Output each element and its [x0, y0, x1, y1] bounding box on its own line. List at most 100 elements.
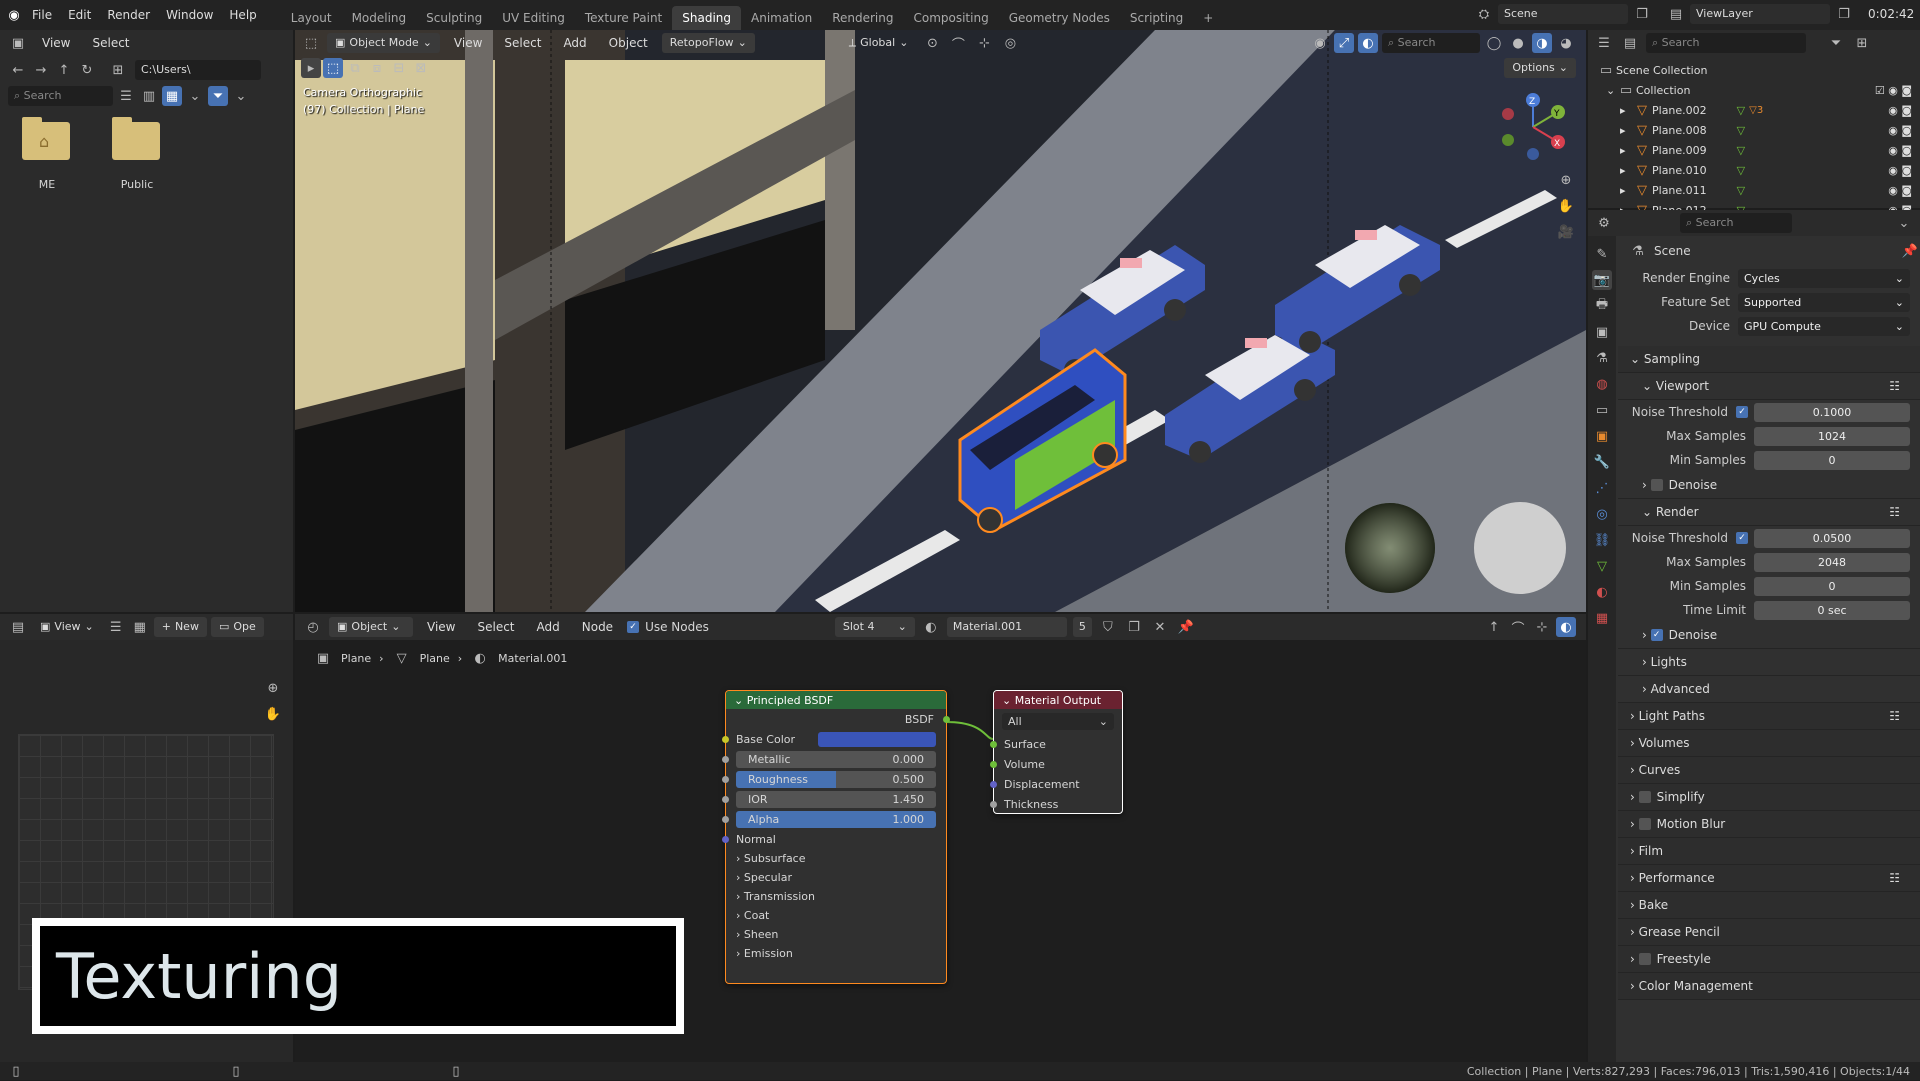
outliner-item[interactable]: ▸ ▽ Plane.009 ▽ ◉ ◙ [1596, 140, 1912, 160]
visibility-controls[interactable]: ◉ ◙ [1888, 104, 1912, 117]
camera-view-icon[interactable]: 🎥 [1556, 222, 1576, 242]
retopoflow-menu[interactable]: RetopoFlow ⌄ [661, 33, 755, 53]
tab-compositing[interactable]: Compositing [903, 6, 998, 30]
view-layer-selector[interactable]: ViewLayer [1690, 4, 1830, 24]
refresh-icon[interactable]: ↻ [77, 60, 97, 80]
world-tab-icon[interactable]: ◍ [1592, 374, 1612, 394]
node-header[interactable]: ⌄ Material Output [994, 691, 1122, 709]
output-target-dropdown[interactable]: All ⌄ [1002, 713, 1114, 730]
visibility-controls[interactable]: ◉ ◙ [1888, 124, 1912, 137]
breadcrumb-mesh[interactable]: Plane [420, 652, 450, 665]
file-search-input[interactable]: ⌕ Search [8, 86, 113, 106]
menu-window[interactable]: Window [158, 0, 221, 30]
bsdf-panel-toggle[interactable]: › Transmission [726, 887, 946, 906]
snap-icon[interactable]: ⌒ [1508, 617, 1528, 637]
tab-geometry-nodes[interactable]: Geometry Nodes [999, 6, 1120, 30]
pan-hand-icon[interactable]: ✋ [1556, 196, 1576, 216]
filter-dropdown-icon[interactable]: ⌄ [231, 86, 251, 106]
render-noise-field[interactable]: 0.0500 [1754, 528, 1910, 548]
bsdf-panel-toggle[interactable]: › Emission [726, 944, 946, 963]
scene-tab-icon[interactable]: ⚗ [1592, 348, 1612, 368]
bsdf-slider[interactable]: Roughness 0.500 [736, 770, 936, 788]
viewport-noise-field[interactable]: 0.1000 [1754, 402, 1910, 422]
subsection-viewport[interactable]: ⌄ Viewport ☷ [1618, 373, 1920, 400]
slot-selector[interactable]: Slot 4 ⌄ [834, 617, 915, 637]
vp-menu-add[interactable]: Add [555, 30, 594, 56]
device-dropdown[interactable]: GPU Compute ⌄ [1738, 316, 1910, 336]
tab-sculpting[interactable]: Sculpting [416, 6, 492, 30]
presets-icon[interactable]: ☷ [1889, 505, 1900, 519]
editor-type-icon[interactable]: ▣ [8, 33, 28, 53]
outliner-item[interactable]: ▸ ▽ Plane.002 ▽ ▽3 ◉ ◙ [1596, 100, 1912, 120]
expand-arrow-icon[interactable]: ▸ [1620, 164, 1632, 177]
material-tab-icon[interactable]: ◐ [1592, 582, 1612, 602]
snap-target-icon[interactable]: ⊹ [974, 33, 994, 53]
new-view-layer-icon[interactable]: ❐ [1834, 4, 1854, 24]
scene-selector[interactable]: Scene [1498, 4, 1628, 24]
overlay-icon[interactable]: ◐ [1556, 617, 1576, 637]
node-header[interactable]: ⌄ Principled BSDF [726, 691, 946, 709]
section-performance[interactable]: › Performance ☷ [1618, 865, 1920, 892]
use-nodes-toggle[interactable]: ✓ Use Nodes [627, 620, 709, 634]
section-film[interactable]: › Film [1618, 838, 1920, 865]
blender-logo-icon[interactable]: ◉ [4, 5, 24, 25]
folder-me[interactable]: ⌂ ME [22, 117, 72, 191]
navigation-gizmo[interactable]: Z Y X [1498, 92, 1568, 162]
visibility-controls[interactable]: ◉ ◙ [1888, 164, 1912, 177]
section-curves[interactable]: › Curves [1618, 757, 1920, 784]
vp-menu-object[interactable]: Object [601, 30, 656, 56]
expand-arrow-icon[interactable]: ▸ [1620, 104, 1632, 117]
viewport-search[interactable]: ⌕ Search [1382, 33, 1480, 53]
subsection-viewport-denoise[interactable]: › Denoise [1618, 472, 1920, 499]
folder-public[interactable]: Public [112, 117, 162, 191]
editor-type-icon[interactable]: ⚙ [1594, 213, 1614, 233]
view-layer-tab-icon[interactable]: ▣ [1592, 322, 1612, 342]
ne-menu-view[interactable]: View [419, 614, 463, 640]
gizmo-icon[interactable]: ⤢ [1334, 33, 1354, 53]
material-output-node[interactable]: ⌄ Material Output All ⌄ Surface Volume Di… [990, 690, 1123, 814]
hamburger-icon[interactable]: ☰ [106, 617, 126, 637]
duplicate-material-icon[interactable]: ❐ [1124, 617, 1144, 637]
tab-texture-paint[interactable]: Texture Paint [575, 6, 672, 30]
section-light-paths[interactable]: › Light Paths ☷ [1618, 703, 1920, 730]
expand-arrow-icon[interactable]: ▸ [1620, 184, 1632, 197]
input-socket[interactable] [722, 795, 729, 803]
vp-menu-view[interactable]: View [446, 30, 490, 56]
forward-icon[interactable]: → [31, 60, 51, 80]
select-intersect-icon[interactable]: ⊠ [411, 58, 431, 78]
new-scene-icon[interactable]: ❐ [1632, 4, 1652, 24]
output-tab-icon[interactable]: 🖶 [1592, 296, 1612, 316]
viewport-max-field[interactable]: 1024 [1754, 426, 1910, 446]
base-color-swatch[interactable] [818, 731, 936, 747]
bsdf-slider[interactable]: Metallic 0.000 [736, 750, 936, 768]
render-max-field[interactable]: 2048 [1754, 552, 1910, 572]
subsection-lights[interactable]: › Lights [1618, 649, 1920, 676]
sort-dropdown-icon[interactable]: ⌄ [185, 86, 205, 106]
base-color-socket[interactable] [722, 735, 729, 743]
bsdf-field-row[interactable]: Metallic 0.000 [722, 749, 946, 769]
checkbox-icon[interactable] [1638, 953, 1651, 965]
shader-type-selector[interactable]: ▣ Object ⌄ [329, 617, 413, 637]
section-grease-pencil[interactable]: › Grease Pencil [1618, 919, 1920, 946]
feature-set-dropdown[interactable]: Supported ⌄ [1738, 292, 1910, 312]
menu-render[interactable]: Render [99, 0, 158, 30]
outliner-item[interactable]: ▸ ▽ Plane.010 ▽ ◉ ◙ [1596, 160, 1912, 180]
section-motion-blur[interactable]: › Motion Blur [1618, 811, 1920, 838]
principled-bsdf-node[interactable]: ⌄ Principled BSDF BSDF Base Color Metall… [722, 690, 950, 984]
visibility-controls[interactable]: ◉ ◙ [1888, 144, 1912, 157]
pan-hand-icon[interactable]: ✋ [263, 704, 283, 724]
surface-socket[interactable] [990, 740, 997, 748]
constraints-tab-icon[interactable]: ⛓ [1592, 530, 1612, 550]
bsdf-field-row[interactable]: IOR 1.450 [722, 789, 946, 809]
display-mode-icon[interactable]: ▤ [1620, 33, 1640, 53]
tab-scripting[interactable]: Scripting [1120, 6, 1193, 30]
section-freestyle[interactable]: › Freestyle [1618, 946, 1920, 973]
input-socket[interactable] [722, 775, 729, 783]
visibility-icon[interactable]: ◉ [1310, 33, 1330, 53]
tab-layout[interactable]: Layout [281, 6, 342, 30]
options-button[interactable]: Options ⌄ [1504, 58, 1576, 78]
ne-menu-select[interactable]: Select [469, 614, 522, 640]
input-socket[interactable] [722, 755, 729, 763]
checkbox-icon[interactable] [1650, 479, 1663, 491]
tab-animation[interactable]: Animation [741, 6, 822, 30]
